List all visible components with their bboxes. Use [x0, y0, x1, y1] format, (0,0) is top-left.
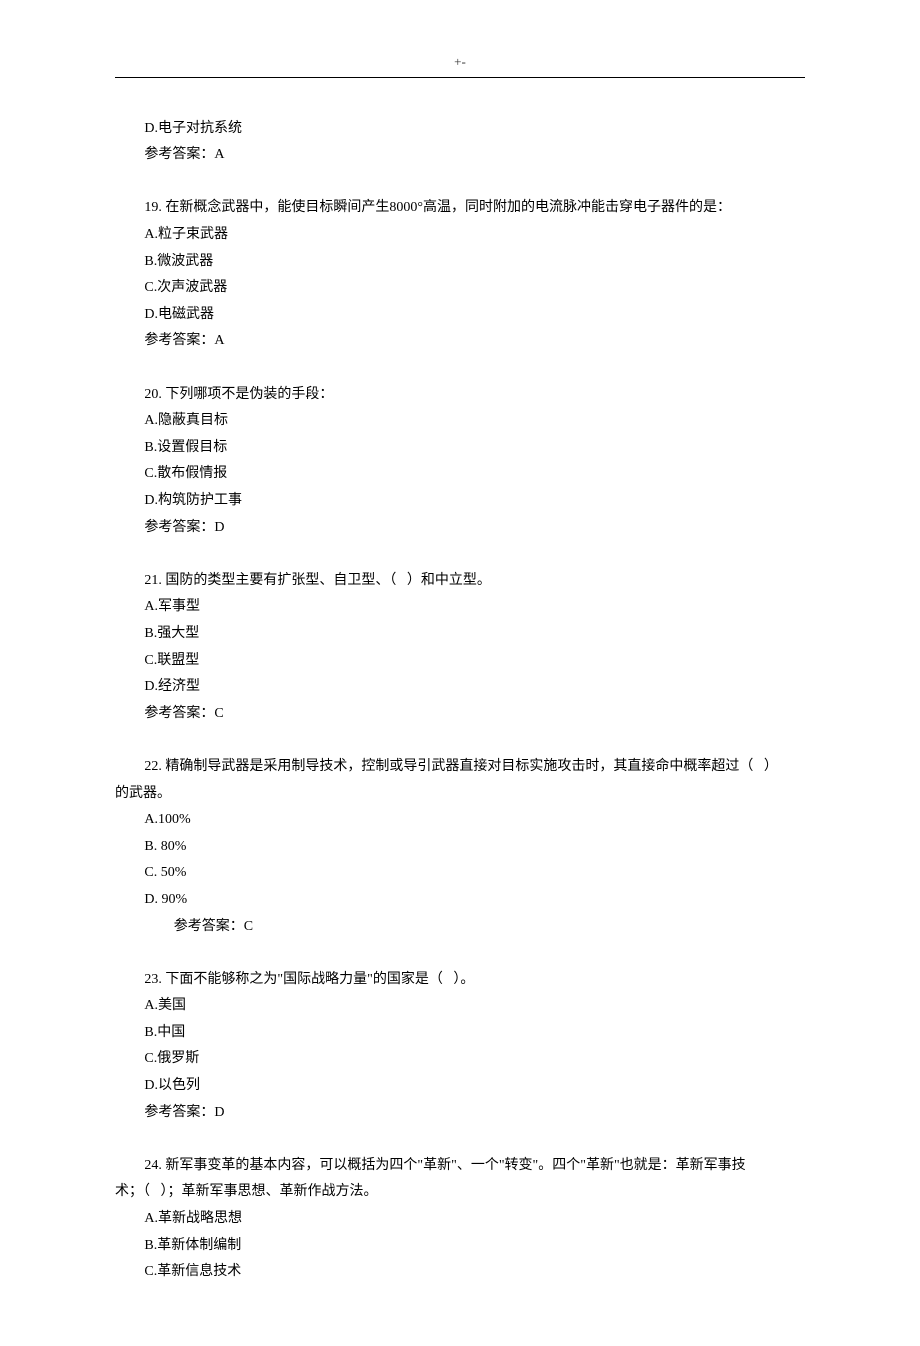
blank-spacer [115, 355, 805, 382]
option-b: B.强大型 [115, 621, 805, 648]
question-24: 24. 新军事变革的基本内容，可以概括为四个"革新"、一个"转变"。四个"革新"… [115, 1153, 805, 1286]
question-21: 21. 国防的类型主要有扩张型、自卫型、（ ）和中立型。 A.军事型 B.强大型… [115, 568, 805, 728]
question-23: 23. 下面不能够称之为"国际战略力量"的国家是（ ）。 A.美国 B.中国 C… [115, 967, 805, 1127]
option-d: D.构筑防护工事 [115, 488, 805, 515]
answer-line: 参考答案：C [115, 701, 805, 728]
blank-spacer [115, 541, 805, 568]
question-stem-line2: 的武器。 [115, 781, 805, 808]
question-stem-line2: 术；（ ）；革新军事思想、革新作战方法。 [115, 1179, 805, 1206]
blank-spacer [115, 940, 805, 967]
option-a: A.军事型 [115, 594, 805, 621]
page-header-mark: +- [0, 50, 920, 75]
option-c: C.革新信息技术 [115, 1259, 805, 1286]
option-b: B.革新体制编制 [115, 1233, 805, 1260]
answer-line: 参考答案：A [115, 142, 805, 169]
question-stem: 21. 国防的类型主要有扩张型、自卫型、（ ）和中立型。 [115, 568, 805, 595]
option-c: C.次声波武器 [115, 275, 805, 302]
option-a: A.革新战略思想 [115, 1206, 805, 1233]
document-content: D.电子对抗系统 参考答案：A 19. 在新概念武器中，能使目标瞬间产生8000… [0, 116, 920, 1286]
question-19: 19. 在新概念武器中，能使目标瞬间产生8000°高温，同时附加的电流脉冲能击穿… [115, 195, 805, 355]
question-stem: 20. 下列哪项不是伪装的手段： [115, 382, 805, 409]
option-c: C. 50% [115, 860, 805, 887]
option-b: B.微波武器 [115, 249, 805, 276]
option-d: D. 90% [115, 887, 805, 914]
option-d: D.电子对抗系统 [115, 116, 805, 143]
option-c: C.散布假情报 [115, 461, 805, 488]
option-b: B.设置假目标 [115, 435, 805, 462]
question-stem: 23. 下面不能够称之为"国际战略力量"的国家是（ ）。 [115, 967, 805, 994]
question-stem-line1: 22. 精确制导武器是采用制导技术，控制或导引武器直接对目标实施攻击时，其直接命… [115, 754, 805, 781]
question-stem-line1: 24. 新军事变革的基本内容，可以概括为四个"革新"、一个"转变"。四个"革新"… [115, 1153, 805, 1180]
blank-spacer [115, 727, 805, 754]
option-d: D.电磁武器 [115, 302, 805, 329]
option-d: D.经济型 [115, 674, 805, 701]
question-stem: 19. 在新概念武器中，能使目标瞬间产生8000°高温，同时附加的电流脉冲能击穿… [115, 195, 805, 222]
blank-spacer [115, 169, 805, 196]
answer-line: 参考答案：C [115, 914, 805, 941]
option-b: B. 80% [115, 834, 805, 861]
header-rule [115, 77, 805, 78]
option-a: A.美国 [115, 993, 805, 1020]
option-a: A.粒子束武器 [115, 222, 805, 249]
option-c: C.俄罗斯 [115, 1046, 805, 1073]
option-b: B.中国 [115, 1020, 805, 1047]
answer-line: 参考答案：D [115, 515, 805, 542]
question-20: 20. 下列哪项不是伪装的手段： A.隐蔽真目标 B.设置假目标 C.散布假情报… [115, 382, 805, 542]
option-a: A.隐蔽真目标 [115, 408, 805, 435]
question-18-tail: D.电子对抗系统 参考答案：A [115, 116, 805, 169]
question-22: 22. 精确制导武器是采用制导技术，控制或导引武器直接对目标实施攻击时，其直接命… [115, 754, 805, 940]
answer-line: 参考答案：D [115, 1100, 805, 1127]
answer-line: 参考答案：A [115, 328, 805, 355]
option-a: A.100% [115, 807, 805, 834]
option-c: C.联盟型 [115, 648, 805, 675]
option-d: D.以色列 [115, 1073, 805, 1100]
blank-spacer [115, 1126, 805, 1153]
